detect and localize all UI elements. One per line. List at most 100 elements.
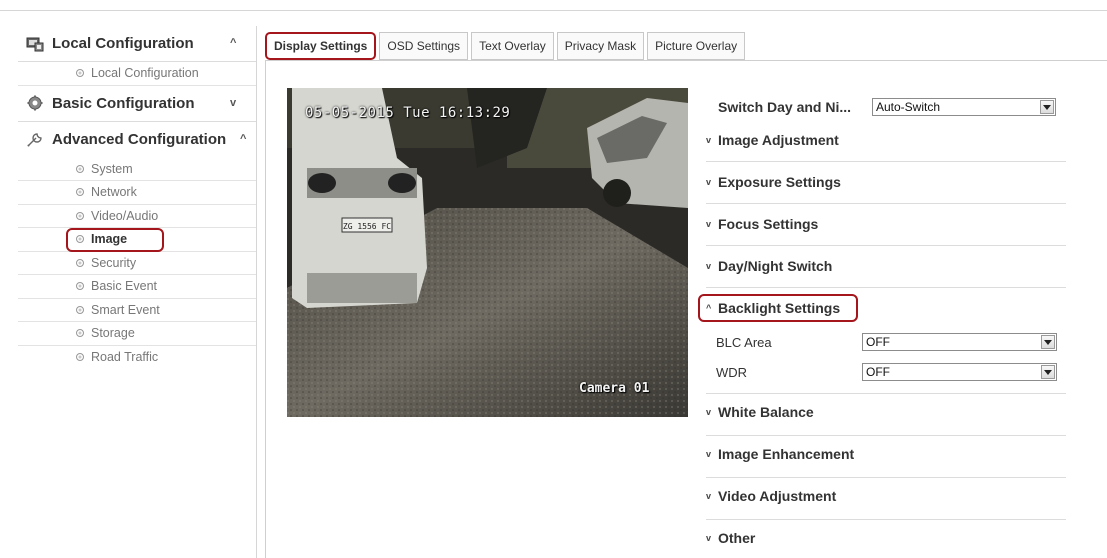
chevron-down-icon: v: [706, 261, 712, 271]
chevron-up-icon[interactable]: ^: [230, 37, 236, 49]
divider: [706, 519, 1066, 520]
sidebar-item-label: Security: [91, 255, 137, 270]
section-other[interactable]: v Other: [706, 528, 1066, 548]
sidebar-item-network[interactable]: Network: [18, 181, 256, 205]
switch-day-night-select[interactable]: Auto-Switch: [872, 98, 1056, 116]
section-label: Video Adjustment: [718, 488, 837, 504]
tab-privacy-mask[interactable]: Privacy Mask: [556, 32, 645, 60]
tab-rule: [265, 60, 1107, 61]
blc-area-row: BLC Area OFF: [716, 332, 1057, 352]
panel-border: [265, 60, 266, 558]
radio-dot-icon: [76, 188, 84, 197]
sidebar-item-basic-event[interactable]: Basic Event: [18, 275, 256, 299]
sidebar-item-smart-event[interactable]: Smart Event: [18, 299, 256, 322]
sidebar-item-label: Local Configuration: [91, 66, 199, 81]
camera-scene: ZG 1556 FC: [287, 88, 688, 417]
radio-dot-icon: [76, 329, 84, 338]
sidebar-group-label: Local Configuration: [52, 35, 194, 52]
divider: [706, 203, 1066, 204]
tab-osd-settings[interactable]: OSD Settings: [379, 32, 469, 60]
chevron-down-icon: v: [706, 135, 712, 145]
chevron-up-icon: ^: [706, 303, 712, 313]
tab-display-settings[interactable]: Display Settings: [265, 32, 377, 60]
chevron-down-icon: v: [706, 407, 712, 417]
section-label: White Balance: [718, 404, 814, 420]
dropdown-arrow-icon[interactable]: [1040, 100, 1054, 114]
sidebar-item-local-configuration[interactable]: Local Configuration: [18, 62, 256, 86]
top-rule: [0, 10, 1107, 11]
sidebar-item-label: Road Traffic: [91, 350, 159, 365]
section-label: Focus Settings: [718, 216, 819, 232]
section-label: Image Adjustment: [718, 132, 839, 148]
sidebar-group-label: Advanced Configuration: [52, 131, 227, 148]
sidebar-item-video-audio[interactable]: Video/Audio: [18, 205, 256, 228]
tab-text-overlay[interactable]: Text Overlay: [471, 32, 554, 60]
select-value: OFF: [866, 365, 890, 379]
sidebar-item-label: Network: [91, 185, 137, 200]
sidebar-divider: [256, 26, 257, 558]
section-label: Backlight Settings: [718, 300, 841, 316]
chevron-down-icon: v: [706, 219, 712, 229]
section-focus-settings[interactable]: v Focus Settings: [706, 214, 1066, 234]
section-exposure-settings[interactable]: v Exposure Settings: [706, 172, 1066, 192]
tab-picture-overlay[interactable]: Picture Overlay: [647, 32, 746, 60]
sidebar-item-label: System: [91, 161, 133, 176]
section-label: Other: [718, 530, 756, 546]
sidebar-item-label: Basic Event: [91, 279, 158, 294]
radio-dot-icon: [76, 258, 84, 267]
sidebar-item-security[interactable]: Security: [18, 252, 256, 275]
radio-dot-icon: [76, 305, 84, 314]
dropdown-arrow-icon[interactable]: [1041, 335, 1055, 349]
sidebar-group-local-configuration[interactable]: Local Configuration ^: [18, 26, 256, 62]
section-image-adjustment[interactable]: v Image Adjustment: [706, 130, 1066, 150]
chevron-down-icon: v: [706, 177, 712, 187]
sidebar-group-basic-configuration[interactable]: Basic Configuration v: [18, 86, 256, 122]
divider: [706, 393, 1066, 394]
radio-dot-icon: [76, 282, 84, 291]
chevron-down-icon[interactable]: v: [230, 97, 236, 109]
section-label: Exposure Settings: [718, 174, 841, 190]
sidebar-item-system[interactable]: System: [18, 158, 256, 181]
highlight-box: [66, 228, 164, 252]
sidebar-group-label: Basic Configuration: [52, 94, 195, 112]
chevron-up-icon[interactable]: ^: [240, 133, 246, 145]
radio-dot-icon: [76, 69, 84, 78]
radio-dot-icon: [76, 211, 84, 220]
section-video-adjustment[interactable]: v Video Adjustment: [706, 486, 1066, 506]
wdr-select[interactable]: OFF: [862, 363, 1057, 381]
sidebar-item-storage[interactable]: Storage: [18, 322, 256, 346]
gear-icon: [26, 95, 44, 111]
wdr-row: WDR OFF: [716, 362, 1057, 382]
wrench-icon: [26, 132, 44, 148]
dropdown-arrow-icon[interactable]: [1041, 365, 1055, 379]
live-video-preview[interactable]: ZG 1556 FC 05-05-2015 Tue 16:13:29 Camer…: [287, 88, 688, 417]
sidebar-item-image[interactable]: Image: [18, 228, 256, 252]
section-day-night-switch[interactable]: v Day/Night Switch: [706, 256, 1066, 276]
blc-area-label: BLC Area: [716, 334, 772, 350]
sidebar-item-label: Storage: [91, 326, 135, 341]
sidebar-item-road-traffic[interactable]: Road Traffic: [18, 346, 256, 370]
select-value: Auto-Switch: [876, 100, 941, 114]
chevron-down-icon: v: [706, 491, 712, 501]
license-plate: ZG 1556 FC: [343, 222, 391, 231]
local-config-icon: [26, 36, 44, 52]
blc-area-select[interactable]: OFF: [862, 333, 1057, 351]
sidebar-nav: Local Configuration ^ Local Configuratio…: [18, 26, 256, 369]
wdr-label: WDR: [716, 364, 748, 380]
section-image-enhancement[interactable]: v Image Enhancement: [706, 444, 1066, 464]
section-label: Day/Night Switch: [718, 258, 833, 274]
section-label: Image Enhancement: [718, 446, 855, 462]
tab-bar: Display Settings OSD Settings Text Overl…: [265, 32, 748, 62]
sidebar-item-label: Video/Audio: [91, 208, 159, 223]
divider: [706, 245, 1066, 246]
sidebar-group-advanced-configuration[interactable]: Advanced Configuration ^: [18, 122, 256, 158]
section-white-balance[interactable]: v White Balance: [706, 402, 1066, 422]
divider: [706, 435, 1066, 436]
radio-dot-icon: [76, 164, 84, 173]
divider: [706, 477, 1066, 478]
chevron-down-icon: v: [706, 533, 712, 543]
select-value: OFF: [866, 335, 890, 349]
section-backlight-settings[interactable]: ^ Backlight Settings: [706, 298, 1066, 318]
switch-day-night-label: Switch Day and Ni...: [718, 99, 852, 115]
osd-camera-name: Camera 01: [579, 381, 650, 396]
